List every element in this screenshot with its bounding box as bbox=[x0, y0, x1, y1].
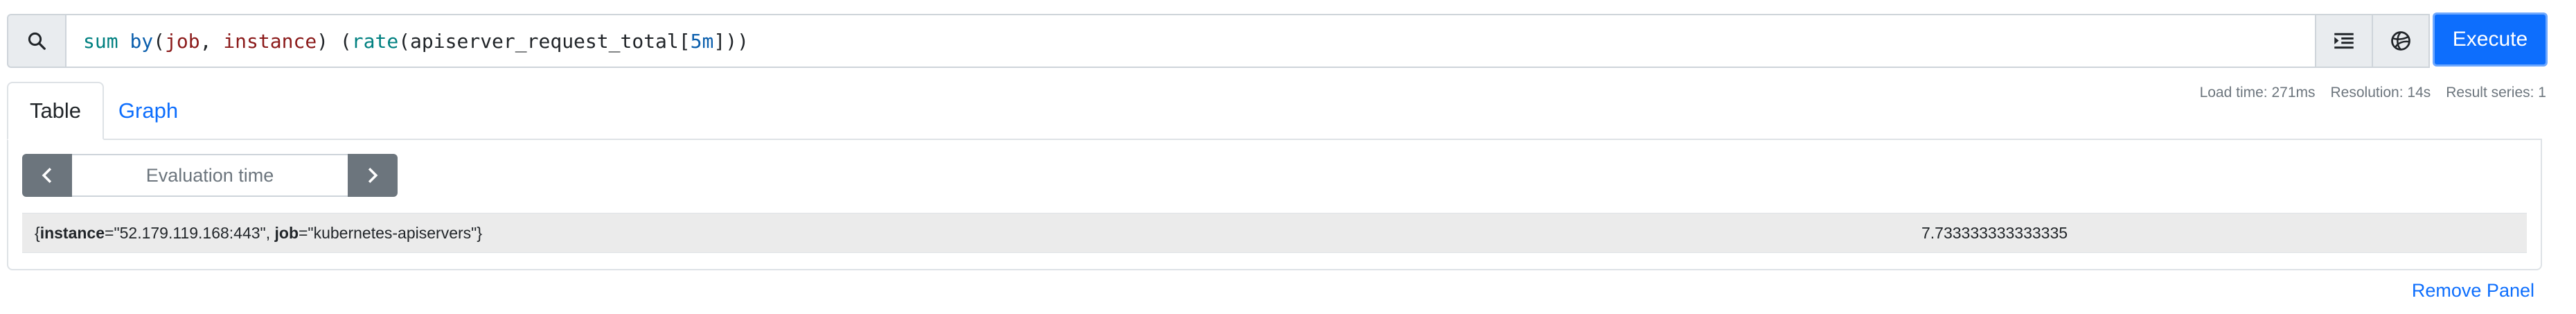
query-token: sum bbox=[83, 29, 118, 53]
chevron-right-icon bbox=[368, 167, 378, 184]
series-value: 7.733333333333335 bbox=[1921, 223, 2068, 242]
query-token: , bbox=[199, 29, 224, 53]
label-name: instance bbox=[39, 223, 105, 242]
query-token bbox=[118, 30, 130, 53]
remove-panel-link[interactable]: Remove Panel bbox=[2412, 280, 2534, 302]
result-series: Result series: 1 bbox=[2446, 85, 2546, 101]
query-stats: Load time: 271ms Resolution: 14s Result … bbox=[2200, 85, 2546, 101]
query-token: [ bbox=[678, 29, 691, 53]
metrics-explorer-icon bbox=[2391, 31, 2410, 51]
query-token: ])) bbox=[713, 29, 749, 53]
execute-button[interactable]: Execute bbox=[2433, 12, 2548, 67]
query-token: job bbox=[165, 29, 200, 53]
format-query-button[interactable] bbox=[2316, 14, 2373, 68]
tab-graph[interactable]: Graph bbox=[104, 82, 193, 140]
query-bar: sum by(job, instance) (rate(apiserver_re… bbox=[7, 12, 2548, 68]
search-icon bbox=[28, 32, 46, 50]
panel-tabs: Table Graph bbox=[7, 82, 193, 140]
previous-time-button[interactable] bbox=[22, 154, 72, 197]
query-token: instance bbox=[223, 29, 317, 53]
table-row: {instance="52.179.119.168:443", job="kub… bbox=[22, 213, 2527, 253]
evaluation-time-input[interactable]: Evaluation time bbox=[72, 154, 348, 197]
load-time: Load time: 271ms bbox=[2199, 85, 2316, 101]
table-panel: Evaluation time {instance="52.179.119.16… bbox=[7, 139, 2542, 270]
expression-input[interactable]: sum by(job, instance) (rate(apiserver_re… bbox=[65, 14, 2316, 68]
query-token: 5m bbox=[690, 29, 714, 53]
query-token: rate bbox=[351, 29, 399, 53]
format-query-icon bbox=[2334, 33, 2354, 49]
prometheus-query-page: sum by(job, instance) (rate(apiserver_re… bbox=[0, 0, 2576, 314]
query-token: by bbox=[130, 29, 154, 53]
query-token: ( bbox=[153, 29, 166, 53]
evaluation-time-control: Evaluation time bbox=[22, 154, 398, 197]
metrics-explorer-button[interactable] bbox=[2373, 14, 2430, 68]
label-value: ="kubernetes-apiservers"} bbox=[299, 223, 482, 242]
label-name: job bbox=[274, 223, 299, 242]
chevron-left-icon bbox=[42, 167, 52, 184]
search-icon-addon bbox=[7, 14, 65, 68]
query-token: ) ( bbox=[317, 29, 352, 53]
label-value: ="52.179.119.168:443", bbox=[105, 223, 275, 242]
query-token: apiserver_request_total bbox=[410, 29, 679, 53]
tab-table[interactable]: Table bbox=[7, 82, 104, 140]
resolution: Resolution: 14s bbox=[2330, 85, 2431, 101]
query-token: ( bbox=[398, 29, 411, 53]
series-labels: {instance="52.179.119.168:443", job="kub… bbox=[35, 223, 482, 242]
next-time-button[interactable] bbox=[348, 154, 398, 197]
